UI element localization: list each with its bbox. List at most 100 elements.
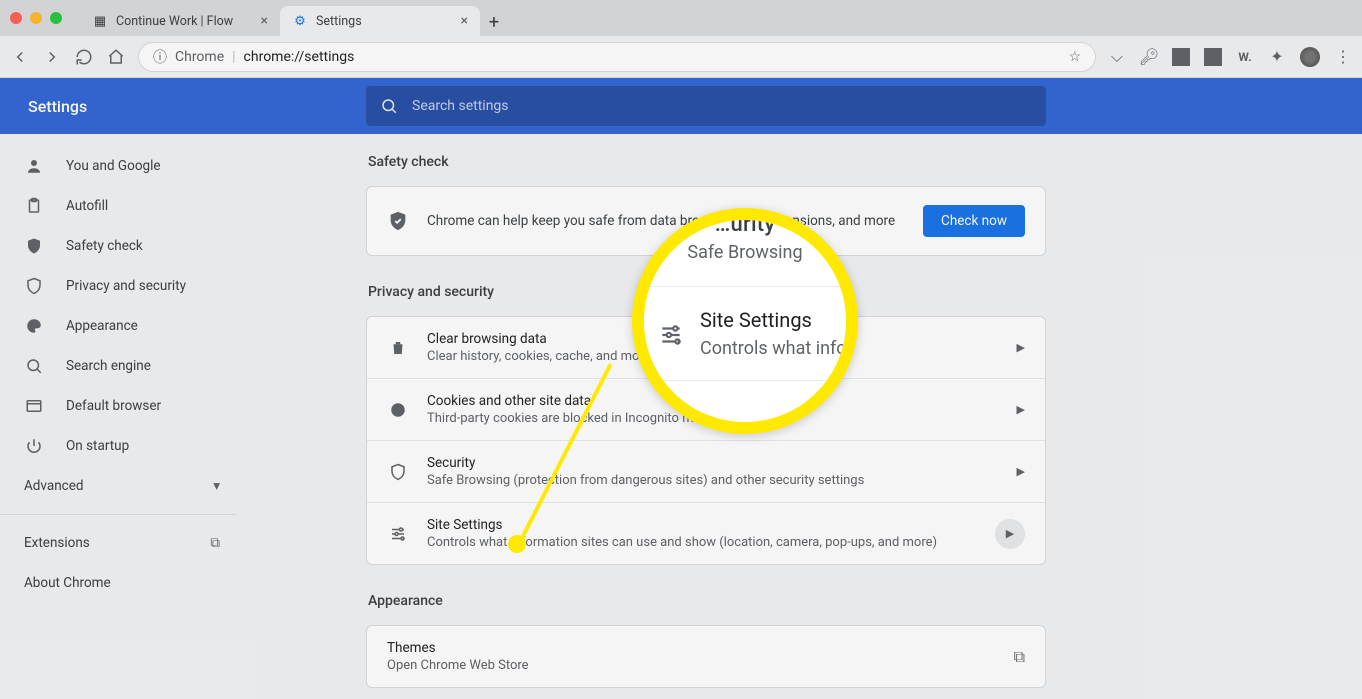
sidebar-item-appearance[interactable]: Appearance xyxy=(0,306,244,346)
sidebar-item-label: Safety check xyxy=(66,238,143,254)
bookmark-star-icon[interactable]: ☆ xyxy=(1068,49,1081,65)
browser-icon xyxy=(24,396,44,416)
row-subtitle: Third-party cookies are blocked in Incog… xyxy=(427,411,999,426)
row-clear-browsing-data[interactable]: Clear browsing data Clear history, cooki… xyxy=(367,317,1045,378)
toolbar-actions: ⌵ 🔑︎ W. ✦ ⋮ xyxy=(1108,47,1352,67)
sidebar-item-safety-check[interactable]: Safety check xyxy=(0,226,244,266)
row-security[interactable]: Security Safe Browsing (protection from … xyxy=(367,440,1045,502)
sidebar-item-autofill[interactable]: Autofill xyxy=(0,186,244,226)
url-text: chrome://settings xyxy=(244,49,355,65)
close-tab-icon[interactable]: × xyxy=(461,13,468,29)
chrome-menu-icon[interactable]: ⋮ xyxy=(1334,48,1352,66)
url-scheme-chip: Chrome xyxy=(175,49,224,65)
sidebar-item-default-browser[interactable]: Default browser xyxy=(0,386,244,426)
sidebar-item-on-startup[interactable]: On startup xyxy=(0,426,244,466)
shield-icon xyxy=(24,276,44,296)
row-title: Security xyxy=(427,455,999,471)
power-icon xyxy=(24,436,44,456)
address-bar[interactable]: ⓘ Chrome | chrome://settings ☆ xyxy=(138,42,1096,72)
settings-content: You and Google Autofill Safety check Pri… xyxy=(0,134,1362,699)
sidebar-item-label: Search engine xyxy=(66,358,151,374)
chevron-right-icon: ▶ xyxy=(1017,465,1025,478)
tab-settings[interactable]: ⚙ Settings × xyxy=(280,6,480,36)
reload-button[interactable] xyxy=(74,47,94,67)
row-title: Clear browsing data xyxy=(427,331,999,347)
row-subtitle: Safe Browsing (protection from dangerous… xyxy=(427,473,999,488)
ext3-icon[interactable]: W. xyxy=(1236,48,1254,66)
sidebar-item-label: On startup xyxy=(66,438,129,454)
close-tab-icon[interactable]: × xyxy=(261,13,268,29)
sidebar-item-privacy[interactable]: Privacy and security xyxy=(0,266,244,306)
sidebar-item-label: You and Google xyxy=(66,158,161,174)
forward-button[interactable] xyxy=(42,47,62,67)
sidebar-item-you-and-google[interactable]: You and Google xyxy=(0,146,244,186)
sidebar-extensions-link[interactable]: Extensions ⧉ xyxy=(0,523,244,563)
shield-icon xyxy=(387,463,409,481)
window-controls xyxy=(10,12,62,24)
cookie-icon xyxy=(387,401,409,419)
chevron-right-icon: ▶ xyxy=(1017,341,1025,354)
settings-favicon-icon: ⚙ xyxy=(292,13,308,29)
check-now-button[interactable]: Check now xyxy=(923,205,1025,237)
ext1-icon[interactable] xyxy=(1172,48,1190,66)
sidebar-item-label: Privacy and security xyxy=(66,278,186,294)
page-title: Settings xyxy=(0,97,366,116)
sidebar-about-chrome-link[interactable]: About Chrome xyxy=(0,563,244,603)
sidebar-item-search-engine[interactable]: Search engine xyxy=(0,346,244,386)
maximize-window-button[interactable] xyxy=(50,12,62,24)
link-label: Extensions xyxy=(24,535,90,551)
chevron-right-icon: ▶ xyxy=(1017,403,1025,416)
pocket-icon[interactable]: ⌵ xyxy=(1108,48,1126,66)
search-icon xyxy=(380,97,398,115)
home-button[interactable] xyxy=(106,47,126,67)
profile-avatar-icon[interactable] xyxy=(1300,47,1320,67)
extensions-icon[interactable]: ✦ xyxy=(1268,48,1286,66)
sidebar-advanced-toggle[interactable]: Advanced ▾ xyxy=(0,466,244,506)
row-cookies[interactable]: Cookies and other site data Third-party … xyxy=(367,378,1045,440)
sidebar-item-label: Default browser xyxy=(66,398,161,414)
settings-search-input[interactable] xyxy=(412,98,1032,114)
search-icon xyxy=(24,356,44,376)
key-icon[interactable]: 🔑︎ xyxy=(1140,48,1158,66)
sidebar-item-label: Autofill xyxy=(66,198,108,214)
sidebar-separator xyxy=(0,514,236,515)
safety-check-message: Chrome can help keep you safe from data … xyxy=(427,213,905,229)
row-site-settings[interactable]: Site Settings Controls what information … xyxy=(367,502,1045,564)
row-subtitle: Open Chrome Web Store xyxy=(387,658,996,673)
row-title: Cookies and other site data xyxy=(427,393,999,409)
close-window-button[interactable] xyxy=(10,12,22,24)
advanced-label: Advanced xyxy=(24,478,84,494)
tune-icon xyxy=(387,525,409,543)
external-link-icon: ⧉ xyxy=(210,535,220,551)
shield-check-icon xyxy=(387,210,409,232)
row-title: Themes xyxy=(387,640,996,656)
settings-main: Safety check Chrome can help keep you sa… xyxy=(256,134,1362,699)
settings-header: Settings xyxy=(0,78,1362,134)
browser-toolbar: ⓘ Chrome | chrome://settings ☆ ⌵ 🔑︎ W. ✦… xyxy=(0,36,1362,78)
tab-flow[interactable]: ▦ Continue Work | Flow × xyxy=(80,6,280,36)
clipboard-icon xyxy=(24,196,44,216)
site-info-icon[interactable]: ⓘ xyxy=(153,47,167,67)
shield-check-icon xyxy=(24,236,44,256)
ext2-icon[interactable] xyxy=(1204,48,1222,66)
flow-favicon-icon: ▦ xyxy=(92,13,108,29)
back-button[interactable] xyxy=(10,47,30,67)
appearance-card: Themes Open Chrome Web Store ⧉ xyxy=(366,625,1046,688)
new-tab-button[interactable]: + xyxy=(480,8,508,36)
chevron-down-icon: ▾ xyxy=(213,478,220,494)
sidebar-item-label: Appearance xyxy=(66,318,138,334)
section-title-safety: Safety check xyxy=(368,154,1046,170)
window-titlebar: ▦ Continue Work | Flow × ⚙ Settings × + xyxy=(0,0,1362,36)
row-themes[interactable]: Themes Open Chrome Web Store ⧉ xyxy=(367,626,1045,687)
section-title-appearance: Appearance xyxy=(368,593,1046,609)
url-separator: | xyxy=(232,49,235,65)
minimize-window-button[interactable] xyxy=(30,12,42,24)
privacy-card: Clear browsing data Clear history, cooki… xyxy=(366,316,1046,565)
settings-search[interactable] xyxy=(366,86,1046,126)
trash-icon xyxy=(387,339,409,357)
tab-title: Settings xyxy=(316,14,362,29)
tab-strip: ▦ Continue Work | Flow × ⚙ Settings × + xyxy=(80,0,508,36)
section-title-privacy: Privacy and security xyxy=(368,284,1046,300)
link-label: About Chrome xyxy=(24,575,111,591)
external-link-icon: ⧉ xyxy=(1014,647,1025,667)
